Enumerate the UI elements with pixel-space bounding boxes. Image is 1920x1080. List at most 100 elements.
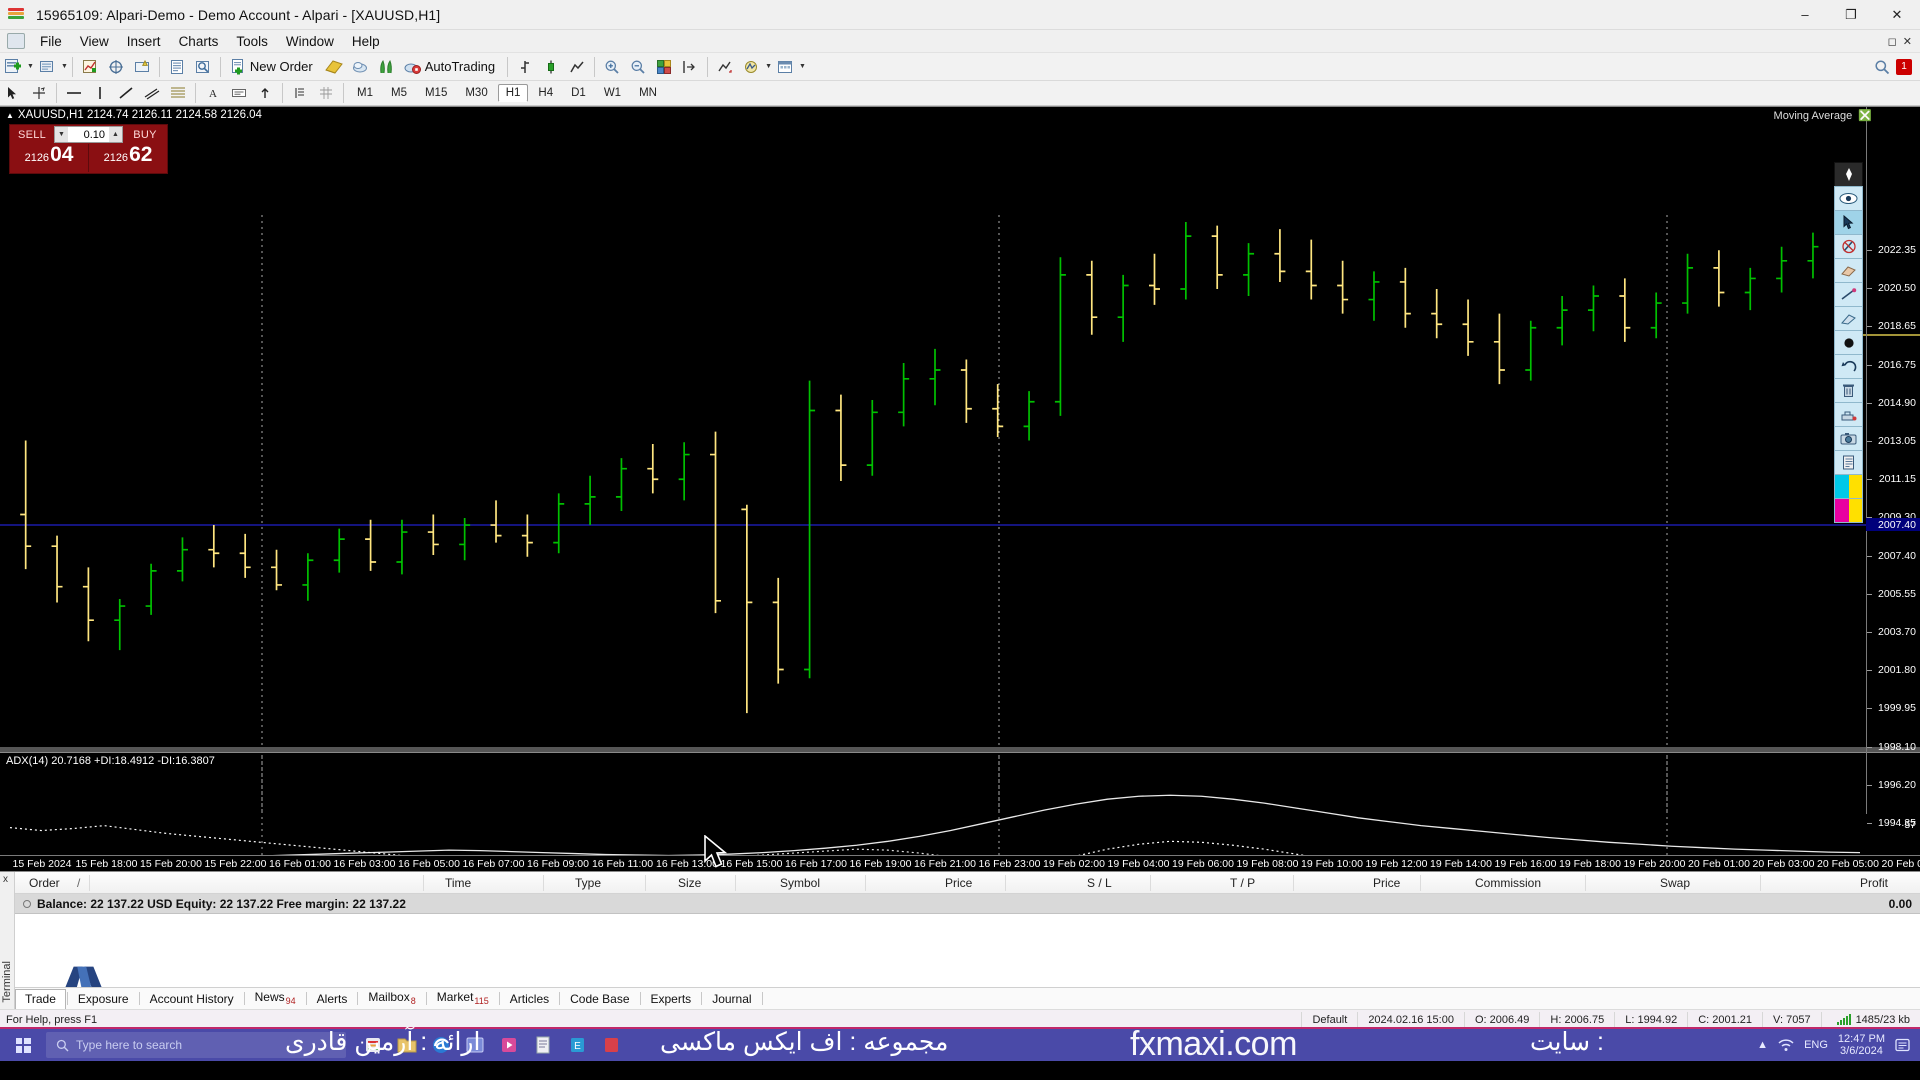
taskbar-clock[interactable]: 12:47 PM 3/6/2024 [1838,1033,1885,1057]
minimize-button[interactable]: – [1782,0,1828,30]
menu-item-tools[interactable]: Tools [227,31,277,52]
autoscroll-icon[interactable] [713,55,737,79]
buy-price-button[interactable]: 2126 62 [89,144,167,172]
cursor-icon[interactable] [1,81,25,105]
tab-exposure[interactable]: Exposure [69,990,138,1009]
new-chart-icon[interactable] [1,55,25,79]
price-scale[interactable]: 2022.352020.502018.652016.752014.902013.… [1866,107,1920,814]
new-order-button[interactable]: New Order [226,55,320,79]
no-draw-icon[interactable] [1834,234,1863,259]
profiles-dropdown-icon[interactable]: ▼ [61,63,68,70]
wifi-icon[interactable] [1778,1039,1794,1052]
period-dropdown-icon[interactable]: ▼ [799,63,806,70]
volume-decrement-icon[interactable]: ▼ [55,127,68,142]
one-click-trading-panel[interactable]: SELL ▼ 0.10 ▲ BUY 2126 04 2126 62 [10,125,167,173]
volume-increment-icon[interactable]: ▲ [109,127,122,142]
col-time[interactable]: Time [445,876,471,890]
navigator-icon[interactable] [104,55,128,79]
volume-input[interactable]: ▼ 0.10 ▲ [54,126,123,143]
menu-item-charts[interactable]: Charts [170,31,228,52]
tab-code-base[interactable]: Code Base [561,990,638,1009]
sell-price-button[interactable]: 2126 04 [10,144,88,172]
color-palette-cyan-yellow-icon[interactable] [1834,474,1863,499]
text-label-icon[interactable] [227,81,251,105]
taskbar-app-media[interactable] [494,1031,524,1059]
trendline-icon[interactable] [114,81,138,105]
visibility-eye-icon[interactable] [1834,186,1863,211]
col-sl[interactable]: S / L [1087,876,1112,890]
tab-experts[interactable]: Experts [642,990,701,1009]
taskbar-app-office[interactable]: E [562,1031,592,1059]
time-scale[interactable]: 15 Feb 202415 Feb 18:0015 Feb 20:0015 Fe… [0,855,1920,871]
color-palette-magenta-yellow-icon[interactable] [1834,498,1863,523]
scale-lock-icon[interactable] [288,81,312,105]
horizontal-line-icon[interactable] [62,81,86,105]
notification-center-icon[interactable] [1895,1038,1910,1052]
sell-label[interactable]: SELL [11,129,53,141]
crosshair-icon[interactable] [27,81,51,105]
timeframe-m1[interactable]: M1 [349,84,381,102]
delete-trash-icon[interactable] [1834,378,1863,403]
maximize-button[interactable]: ❐ [1828,0,1874,30]
inner-restore-button[interactable]: ◻ [1888,35,1897,48]
timeframe-m15[interactable]: M15 [417,84,455,102]
terminal-icon[interactable] [130,55,154,79]
tab-articles[interactable]: Articles [501,990,558,1009]
timeframe-w1[interactable]: W1 [596,84,629,102]
timeframe-m5[interactable]: M5 [383,84,415,102]
metaeditor-icon[interactable] [322,55,346,79]
col-type[interactable]: Type [575,876,601,890]
menu-item-file[interactable]: File [31,31,71,52]
market-watch-icon[interactable] [78,55,102,79]
tab-trade[interactable]: Trade [15,989,66,1010]
expert-advisors-icon[interactable] [348,55,372,79]
menu-item-window[interactable]: Window [277,31,343,52]
tab-mailbox[interactable]: Mailbox8 [359,988,424,1009]
timeframe-mn[interactable]: MN [631,84,665,102]
account-summary-row[interactable]: Balance: 22 137.22 USD Equity: 22 137.22… [15,894,1920,914]
data-window-icon[interactable] [165,55,189,79]
candlestick-chart-icon[interactable] [539,55,563,79]
notification-badge[interactable]: 1 [1896,59,1912,75]
taskbar-app-notepad[interactable] [528,1031,558,1059]
arrow-icon[interactable] [253,81,277,105]
taskbar-app-pdf[interactable] [596,1031,626,1059]
select-arrow-icon[interactable] [1834,210,1863,235]
eraser-icon[interactable] [1834,258,1863,283]
fibonacci-icon[interactable] [166,81,190,105]
highlighter-icon[interactable] [1834,306,1863,331]
text-icon[interactable]: A [201,81,225,105]
terminal-panel[interactable]: x Terminal Order / Time Type Size Symbol… [0,871,1920,1009]
autotrading-button[interactable]: AutoTrading [400,55,502,79]
timeframe-d1[interactable]: D1 [563,84,594,102]
chart-floating-toolbar[interactable] [1834,162,1863,522]
terminal-close-icon[interactable]: x [3,874,8,885]
stamp-icon[interactable] [1834,402,1863,427]
col-price-current[interactable]: Price [1373,876,1400,890]
terminal-tabs[interactable]: Trade Exposure Account History News94 Al… [15,987,1920,1009]
col-commission[interactable]: Commission [1475,876,1541,890]
menu-item-view[interactable]: View [71,31,118,52]
pen-tool-icon[interactable] [1834,162,1863,187]
equidistant-channel-icon[interactable] [140,81,164,105]
timeframe-m30[interactable]: M30 [457,84,495,102]
col-order[interactable]: Order [29,876,60,890]
tab-journal[interactable]: Journal [703,990,760,1009]
col-size[interactable]: Size [678,876,701,890]
terminal-column-headers[interactable]: Order / Time Type Size Symbol Price S / … [15,872,1920,894]
indicators-dropdown-icon[interactable]: ▼ [765,63,772,70]
col-swap[interactable]: Swap [1660,876,1690,890]
line-chart-icon[interactable] [565,55,589,79]
strategy-tester-icon[interactable] [191,55,215,79]
start-button[interactable] [0,1029,46,1061]
ruler-icon[interactable] [1834,282,1863,307]
search-icon[interactable] [1874,59,1890,75]
col-profit[interactable]: Profit [1860,876,1888,890]
timeframe-h1[interactable]: H1 [498,84,529,102]
zoom-in-icon[interactable] [600,55,624,79]
language-indicator[interactable]: ENG [1804,1039,1828,1051]
indicators-icon[interactable] [374,55,398,79]
collapse-triangle-icon[interactable]: ▲ [6,111,14,120]
menu-item-insert[interactable]: Insert [118,31,170,52]
camera-icon[interactable] [1834,426,1863,451]
